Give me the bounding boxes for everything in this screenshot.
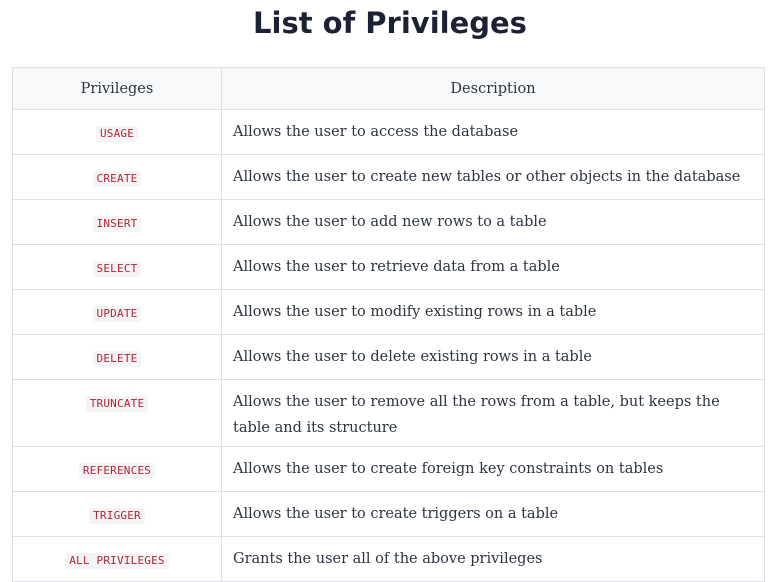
description-cell: Allows the user to remove all the rows f… <box>221 379 765 447</box>
privilege-cell: SELECT <box>12 244 222 290</box>
description-cell: Allows the user to create foreign key co… <box>221 446 765 492</box>
table-row: SELECT Allows the user to retrieve data … <box>12 244 765 290</box>
privilege-code: DELETE <box>92 351 142 367</box>
table-row: TRIGGER Allows the user to create trigge… <box>12 491 765 537</box>
privilege-cell: UPDATE <box>12 289 222 335</box>
privilege-code: TRUNCATE <box>85 396 149 412</box>
description-cell: Grants the user all of the above privile… <box>221 536 765 582</box>
table-row: INSERT Allows the user to add new rows t… <box>12 199 765 245</box>
table-row: DELETE Allows the user to delete existin… <box>12 334 765 380</box>
table-header: Privileges Description <box>12 67 765 110</box>
privilege-code: REFERENCES <box>78 463 156 479</box>
description-cell: Allows the user to add new rows to a tab… <box>221 199 765 245</box>
privilege-cell: INSERT <box>12 199 222 245</box>
description-cell: Allows the user to delete existing rows … <box>221 334 765 380</box>
privilege-code: TRIGGER <box>89 508 145 524</box>
privilege-cell: DELETE <box>12 334 222 380</box>
description-cell: Allows the user to create triggers on a … <box>221 491 765 537</box>
privilege-code: UPDATE <box>92 306 142 322</box>
table-row: CREATE Allows the user to create new tab… <box>12 154 765 200</box>
privilege-cell: ALL PRIVILEGES <box>12 536 222 582</box>
privilege-cell: TRUNCATE <box>12 379 222 447</box>
privilege-code: SELECT <box>92 261 142 277</box>
privilege-cell: REFERENCES <box>12 446 222 492</box>
header-row: Privileges Description <box>12 67 765 110</box>
description-cell: Allows the user to access the database <box>221 109 765 155</box>
table-row: USAGE Allows the user to access the data… <box>12 109 765 155</box>
privilege-cell: CREATE <box>12 154 222 200</box>
description-cell: Allows the user to modify existing rows … <box>221 289 765 335</box>
table-row: UPDATE Allows the user to modify existin… <box>12 289 765 335</box>
privilege-code: INSERT <box>92 216 142 232</box>
privilege-code: CREATE <box>92 171 142 187</box>
header-privileges: Privileges <box>12 67 222 110</box>
header-description: Description <box>221 67 765 110</box>
table-row: REFERENCES Allows the user to create for… <box>12 446 765 492</box>
table-row: TRUNCATE Allows the user to remove all t… <box>12 379 765 447</box>
table-row: ALL PRIVILEGES Grants the user all of th… <box>12 536 765 582</box>
privilege-code: ALL PRIVILEGES <box>65 553 169 569</box>
privileges-table: Privileges Description USAGE Allows the … <box>12 67 765 582</box>
privilege-cell: TRIGGER <box>12 491 222 537</box>
privilege-cell: USAGE <box>12 109 222 155</box>
description-cell: Allows the user to retrieve data from a … <box>221 244 765 290</box>
privilege-code: USAGE <box>95 126 139 142</box>
page-title: List of Privileges <box>253 6 527 40</box>
description-cell: Allows the user to create new tables or … <box>221 154 765 200</box>
table-body: USAGE Allows the user to access the data… <box>12 109 765 582</box>
